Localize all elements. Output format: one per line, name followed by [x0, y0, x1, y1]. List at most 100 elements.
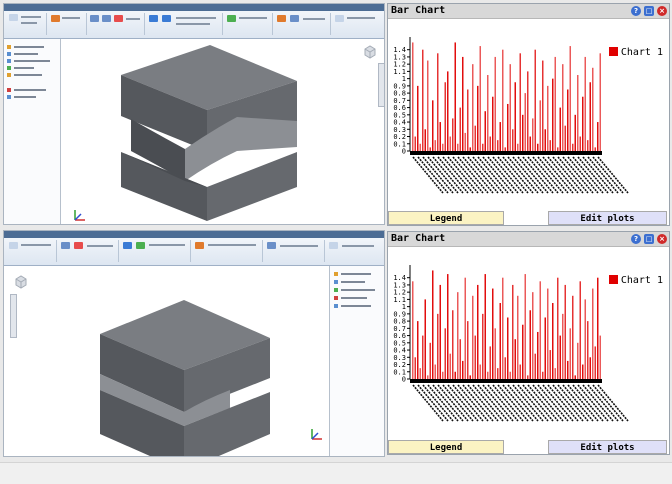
tree-item[interactable] [14, 53, 38, 55]
ribbon-button[interactable] [195, 242, 204, 249]
ribbon-button[interactable] [267, 242, 276, 249]
model-browser-panel[interactable] [4, 39, 61, 224]
tree-item[interactable] [341, 273, 371, 275]
ribbon-group-1[interactable] [6, 13, 47, 35]
ribbon-button[interactable] [9, 14, 18, 21]
navigation-bar[interactable] [378, 63, 384, 107]
model-browser-panel[interactable] [329, 266, 384, 456]
chart-bar [529, 310, 531, 379]
ribbon-group-5[interactable] [224, 13, 273, 35]
ribbon-button[interactable] [277, 15, 286, 22]
window-title-bar[interactable]: Bar Chart ? □ × [388, 232, 669, 247]
ribbon-button[interactable] [227, 15, 236, 22]
legend-button[interactable]: Legend [388, 211, 504, 225]
chart-bar [469, 375, 471, 379]
viewcube-icon[interactable] [363, 44, 377, 59]
edit-plots-button[interactable]: Edit plots [548, 440, 667, 454]
chart-bar [424, 129, 426, 151]
chart-bar [432, 270, 434, 379]
y-tick-label: 1.1 [393, 68, 406, 76]
ribbon-group-1[interactable] [6, 240, 57, 262]
tree-item[interactable] [14, 96, 36, 98]
y-tick-label: 0 [402, 376, 406, 384]
chart-bar [449, 136, 451, 151]
chart-bar [574, 375, 576, 379]
ribbon-group-4[interactable] [146, 13, 223, 35]
ribbon-group-3[interactable] [88, 13, 145, 35]
ribbon-button[interactable] [90, 15, 99, 22]
ribbon-button[interactable] [136, 242, 145, 249]
y-tick-label: 0.3 [393, 354, 406, 362]
help-icon[interactable]: ? [631, 6, 641, 16]
ribbon-button[interactable] [74, 242, 83, 249]
window-title-bar[interactable]: Bar Chart ? □ × [388, 4, 669, 19]
ribbon-button[interactable] [123, 242, 132, 249]
chart-bar [542, 60, 544, 151]
chart-bar [492, 288, 494, 379]
chart-bar [582, 364, 584, 379]
tree-item[interactable] [341, 305, 371, 307]
tree-item[interactable] [14, 46, 44, 48]
navigation-bar[interactable] [10, 294, 17, 338]
chart-bar [562, 64, 564, 151]
tree-item[interactable] [14, 89, 46, 91]
ribbon-button[interactable] [61, 242, 70, 249]
ribbon-button[interactable] [329, 242, 338, 249]
help-icon[interactable]: ? [631, 234, 641, 244]
cad-ribbon-toolbar[interactable] [4, 4, 384, 39]
chart-bar [467, 89, 469, 151]
ribbon-button[interactable] [335, 15, 344, 22]
ribbon-button[interactable] [162, 15, 171, 22]
ribbon-button[interactable] [51, 15, 60, 22]
ribbon-group-2[interactable] [58, 240, 119, 262]
ribbon-group-6[interactable] [326, 240, 380, 262]
tree-item[interactable] [14, 74, 42, 76]
ribbon-button[interactable] [290, 15, 299, 22]
chart-bar [547, 85, 549, 151]
ribbon-group-5[interactable] [264, 240, 325, 262]
y-tick-label: 0.5 [393, 111, 406, 119]
chart-bar [462, 56, 464, 151]
chart-bar [499, 303, 501, 379]
ribbon-group-7[interactable] [332, 13, 380, 35]
viewcube-icon[interactable] [14, 274, 28, 289]
y-tick-label: 0.7 [393, 97, 406, 105]
ribbon-button[interactable] [9, 242, 18, 249]
ribbon-button[interactable] [149, 15, 158, 22]
close-icon[interactable]: × [657, 234, 667, 244]
y-tick-label: 1.4 [393, 46, 406, 54]
chart-bar [589, 357, 591, 379]
tree-item[interactable] [341, 289, 375, 291]
chart-bar [494, 328, 496, 379]
ribbon-button[interactable] [114, 15, 123, 22]
chart-bar [429, 342, 431, 379]
maximize-icon[interactable]: □ [644, 234, 654, 244]
cad-ribbon-toolbar[interactable] [4, 231, 384, 266]
ribbon-group-4[interactable] [192, 240, 263, 262]
chart-bar [554, 56, 556, 151]
tree-item[interactable] [14, 60, 50, 62]
chart-bar [507, 103, 509, 151]
edit-plots-button[interactable]: Edit plots [548, 211, 667, 225]
y-tick-label: 0.2 [393, 133, 406, 141]
tree-item[interactable] [14, 67, 34, 69]
chart-bar [414, 136, 416, 151]
ribbon-group-6[interactable] [274, 13, 331, 35]
tree-item[interactable] [341, 297, 367, 299]
ribbon-label [87, 245, 113, 247]
chart-bar [472, 295, 474, 379]
maximize-icon[interactable]: □ [644, 6, 654, 16]
ribbon-group-2[interactable] [48, 13, 87, 35]
chart-bar [524, 274, 526, 379]
legend-button[interactable]: Legend [388, 440, 504, 454]
y-tick-label: 1.3 [393, 281, 406, 289]
ribbon-group-3[interactable] [120, 240, 191, 262]
tree-item[interactable] [341, 281, 365, 283]
ribbon-button[interactable] [102, 15, 111, 22]
3d-viewport[interactable] [61, 39, 384, 224]
chart-bar [599, 335, 601, 379]
3d-viewport[interactable] [4, 266, 329, 456]
close-icon[interactable]: × [657, 6, 667, 16]
chart-bar [519, 53, 521, 151]
chart-bar [439, 284, 441, 379]
